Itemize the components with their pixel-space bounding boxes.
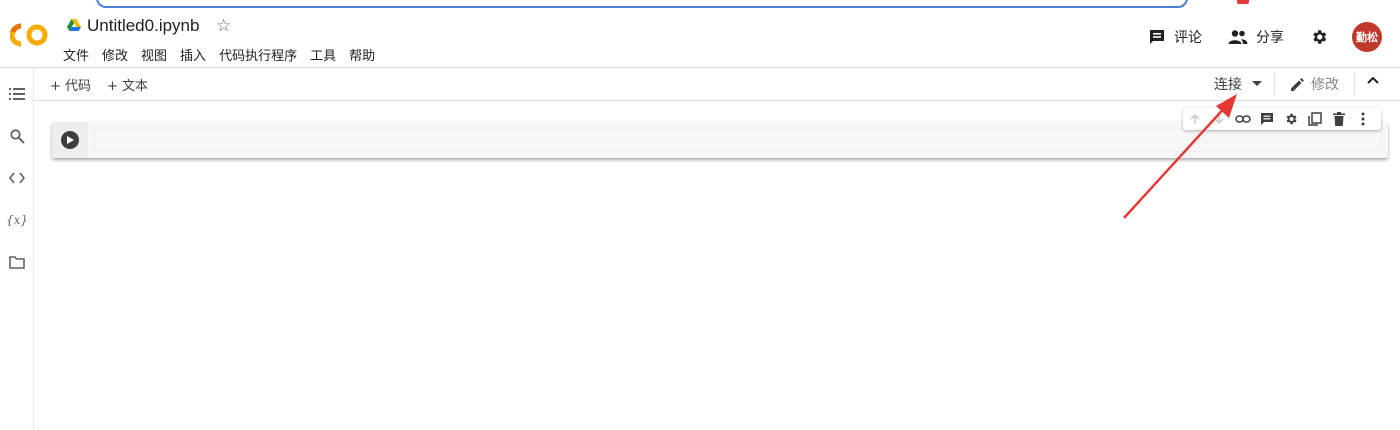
left-rail: {x} xyxy=(0,68,34,430)
toolbar-divider xyxy=(1354,72,1355,94)
address-bar[interactable] xyxy=(96,0,1188,8)
menu-edit[interactable]: 修改 xyxy=(102,45,134,64)
mirror-cell-icon[interactable] xyxy=(1303,108,1327,130)
settings-icon[interactable] xyxy=(1279,108,1303,130)
notebook-toolbar: + 代码 + 文本 连接 修改 xyxy=(34,68,1400,101)
comment-icon xyxy=(1150,30,1164,44)
connect-label: 连接 xyxy=(1214,77,1242,93)
edit-label: 修改 xyxy=(1311,77,1339,93)
settings-button[interactable] xyxy=(1310,28,1336,46)
menu-runtime[interactable]: 代码执行程序 xyxy=(219,45,303,64)
drive-icon[interactable] xyxy=(67,19,81,31)
run-cell-button[interactable] xyxy=(61,131,79,149)
delete-icon[interactable] xyxy=(1327,108,1351,130)
browser-chrome xyxy=(0,0,1400,8)
cell-toolbar xyxy=(1183,108,1381,130)
play-icon xyxy=(67,136,74,144)
share-button[interactable]: 分享 xyxy=(1228,27,1284,47)
notebook-title[interactable]: Untitled0.ipynb xyxy=(87,16,199,36)
menu-view[interactable]: 视图 xyxy=(141,45,173,64)
add-text-button[interactable]: + 文本 xyxy=(107,75,148,94)
colab-logo[interactable] xyxy=(10,22,50,48)
connect-button[interactable]: 连接 xyxy=(1214,74,1262,94)
edit-button[interactable]: 修改 xyxy=(1290,74,1339,94)
avatar[interactable]: 勤松 xyxy=(1352,22,1382,52)
extension-badge xyxy=(1237,0,1249,4)
star-icon[interactable]: ☆ xyxy=(216,16,231,36)
menu-file[interactable]: 文件 xyxy=(63,45,95,64)
variables-icon[interactable]: {x} xyxy=(6,211,28,229)
comment-button[interactable]: 评论 xyxy=(1148,27,1202,47)
comment-label: 评论 xyxy=(1174,30,1202,46)
comment-icon[interactable] xyxy=(1255,108,1279,130)
menu-tools[interactable]: 工具 xyxy=(310,45,342,64)
link-icon[interactable] xyxy=(1231,108,1255,130)
share-label: 分享 xyxy=(1256,30,1284,46)
add-code-button[interactable]: + 代码 xyxy=(50,75,91,94)
caret-down-icon xyxy=(1252,81,1262,86)
people-icon xyxy=(1228,30,1248,44)
search-icon[interactable] xyxy=(8,127,26,145)
menu-insert[interactable]: 插入 xyxy=(180,45,212,64)
code-snippets-icon[interactable] xyxy=(8,169,26,187)
folder-icon[interactable] xyxy=(8,253,26,271)
move-down-icon[interactable] xyxy=(1207,108,1231,130)
menu-help[interactable]: 帮助 xyxy=(349,45,381,64)
cell-code-editor[interactable] xyxy=(94,128,1382,152)
gear-icon xyxy=(1313,30,1327,44)
move-up-icon[interactable] xyxy=(1183,108,1207,130)
pencil-icon xyxy=(1291,77,1304,91)
header-actions: 评论 分享 勤松 xyxy=(1122,22,1382,52)
toc-icon[interactable] xyxy=(8,85,26,103)
menu-bar: 文件 修改 视图 插入 代码执行程序 工具 帮助 xyxy=(63,45,388,64)
more-icon[interactable] xyxy=(1351,108,1375,130)
chevron-up-icon[interactable] xyxy=(1367,76,1379,84)
cell-gutter xyxy=(52,122,88,158)
toolbar-divider xyxy=(1274,72,1275,94)
